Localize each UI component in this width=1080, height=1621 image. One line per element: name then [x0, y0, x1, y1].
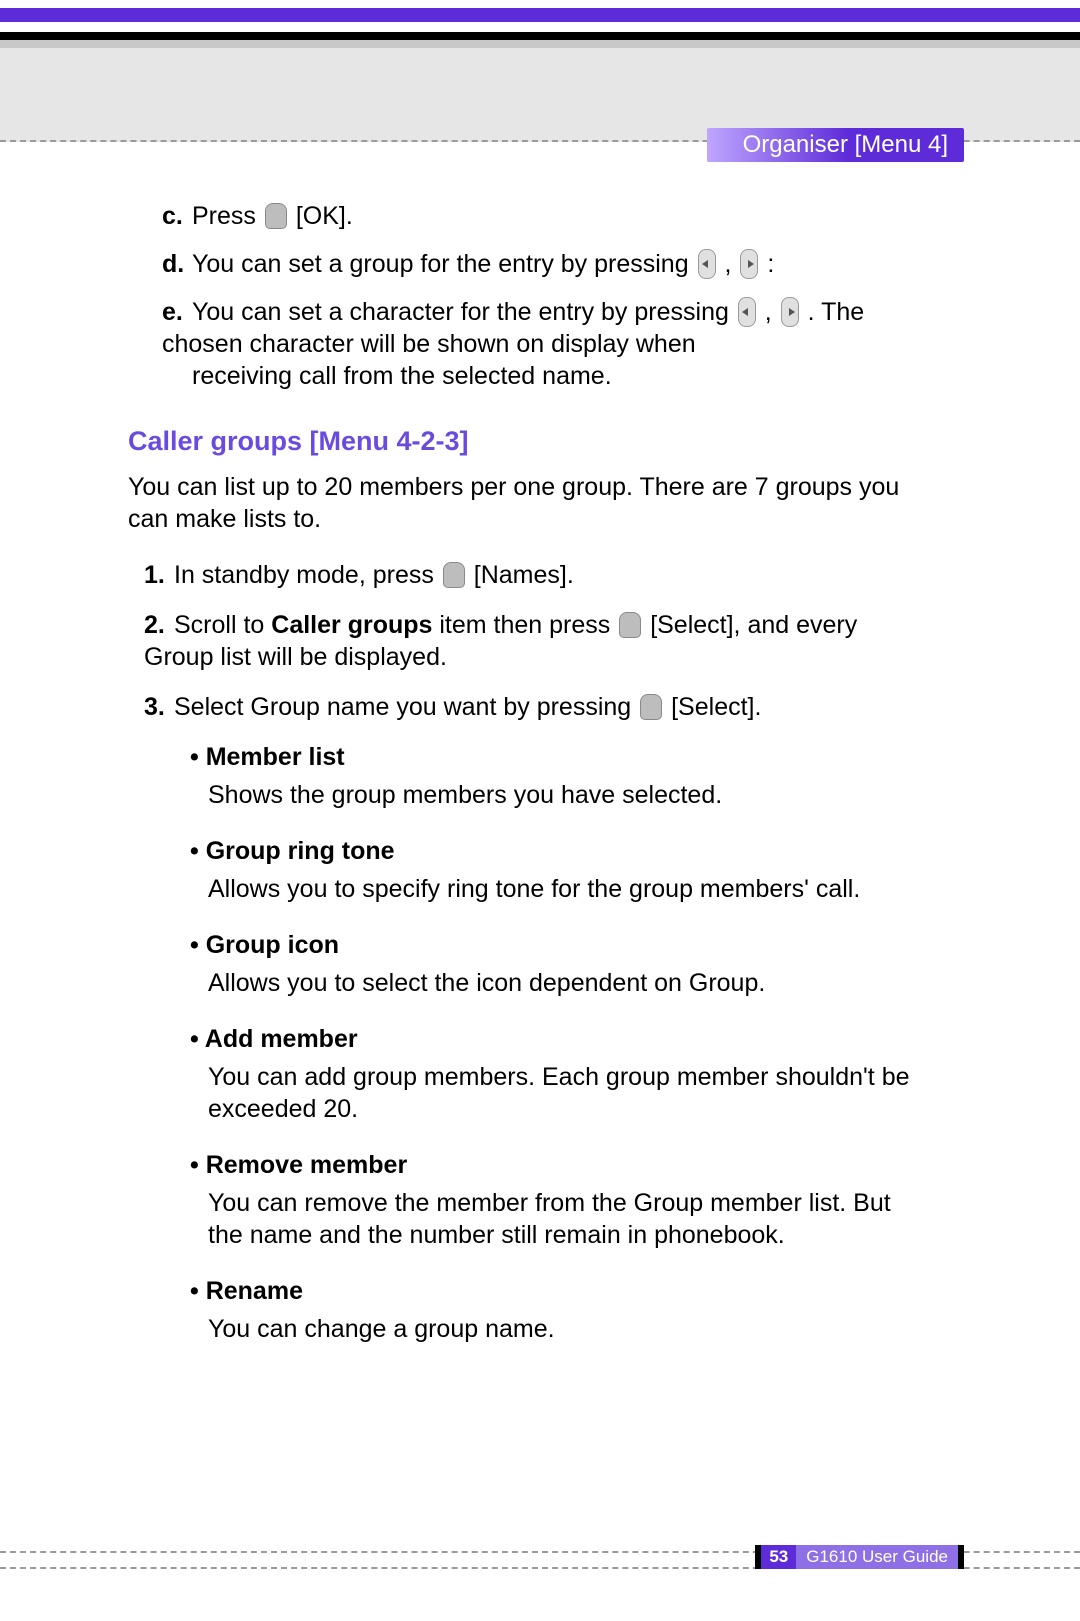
- step-d-body: You can set a group for the entry by pre…: [192, 250, 774, 278]
- softkey-icon: [443, 562, 465, 588]
- bullet-body: You can remove the member from the Group…: [208, 1187, 920, 1251]
- step-e-cont: receiving call from the selected name.: [192, 360, 920, 392]
- bullet-title: Group ring tone: [190, 835, 920, 867]
- step-3-post: [Select].: [671, 693, 761, 721]
- step-c-body: Press [OK].: [192, 202, 353, 230]
- step-2-marker: 2.: [144, 609, 174, 641]
- footer-guide-title: G1610 User Guide: [796, 1545, 958, 1569]
- softkey-icon: [265, 203, 287, 229]
- step-3-pre: Select Group name you want by pressing: [174, 693, 631, 721]
- bullet-group-icon: Group icon Allows you to select the icon…: [190, 929, 920, 999]
- step-3-marker: 3.: [144, 691, 174, 723]
- section-intro: You can list up to 20 members per one gr…: [128, 471, 920, 535]
- bullet-title: Rename: [190, 1275, 920, 1307]
- step-2-body: Scroll to Caller groups item then press …: [144, 611, 857, 671]
- step-c-post: [OK].: [296, 202, 353, 230]
- header-band: [0, 32, 1080, 142]
- right-arrow-key-icon: [781, 297, 799, 327]
- step-c-marker: c.: [162, 200, 192, 232]
- step-1-body: In standby mode, press [Names].: [174, 561, 574, 589]
- step-d-marker: d.: [162, 248, 192, 280]
- step-e-marker: e.: [162, 296, 192, 328]
- footer-badge: 53 G1610 User Guide: [755, 1545, 964, 1569]
- chapter-tab: Organiser [Menu 4]: [707, 128, 964, 162]
- bullet-rename: Rename You can change a group name.: [190, 1275, 920, 1345]
- bullet-remove-member: Remove member You can remove the member …: [190, 1149, 920, 1251]
- bullet-title: Add member: [190, 1023, 920, 1055]
- bullet-title: Member list: [190, 741, 920, 773]
- step-2: 2.Scroll to Caller groups item then pres…: [144, 609, 920, 673]
- step-e-pre: You can set a character for the entry by…: [192, 298, 729, 326]
- softkey-icon: [619, 612, 641, 638]
- step-3-body: Select Group name you want by pressing […: [174, 693, 761, 721]
- step-c-pre: Press: [192, 202, 256, 230]
- step-d-post: :: [767, 250, 774, 278]
- bullet-title: Group icon: [190, 929, 920, 961]
- page-number: 53: [761, 1545, 796, 1569]
- bullet-body: Allows you to select the icon dependent …: [208, 967, 920, 999]
- step-d-pre: You can set a group for the entry by pre…: [192, 250, 689, 278]
- step-2-mid: item then press: [432, 611, 610, 639]
- step-e: e.You can set a character for the entry …: [162, 296, 920, 392]
- step-3: 3.Select Group name you want by pressing…: [144, 691, 920, 723]
- page: Organiser [Menu 4] c.Press [OK]. d.You c…: [0, 0, 1080, 1621]
- bullet-body: Allows you to specify ring tone for the …: [208, 873, 920, 905]
- bullet-body: You can add group members. Each group me…: [208, 1061, 920, 1125]
- step-e-body: You can set a character for the entry by…: [162, 298, 864, 358]
- bullet-add-member: Add member You can add group members. Ea…: [190, 1023, 920, 1125]
- step-1-pre: In standby mode, press: [174, 561, 434, 589]
- step-1-marker: 1.: [144, 559, 174, 591]
- step-2-pre: Scroll to: [174, 611, 271, 639]
- step-c: c.Press [OK].: [162, 200, 920, 232]
- bullet-group-ring-tone: Group ring tone Allows you to specify ri…: [190, 835, 920, 905]
- bullet-title: Remove member: [190, 1149, 920, 1181]
- left-arrow-key-icon: [698, 249, 716, 279]
- step-2-bold: Caller groups: [271, 611, 432, 639]
- left-arrow-key-icon: [738, 297, 756, 327]
- bullet-body: You can change a group name.: [208, 1313, 920, 1345]
- softkey-icon: [640, 694, 662, 720]
- right-arrow-key-icon: [740, 249, 758, 279]
- top-purple-stripe: [0, 8, 1080, 22]
- bullet-member-list: Member list Shows the group members you …: [190, 741, 920, 811]
- bullet-body: Shows the group members you have selecte…: [208, 779, 920, 811]
- section-heading: Caller groups [Menu 4-2-3]: [128, 424, 920, 459]
- content-area: c.Press [OK]. d.You can set a group for …: [128, 200, 920, 1369]
- step-d: d.You can set a group for the entry by p…: [162, 248, 920, 280]
- footer-badge-end: [958, 1545, 964, 1569]
- step-1-post: [Names].: [474, 561, 574, 589]
- step-1: 1.In standby mode, press [Names].: [144, 559, 920, 591]
